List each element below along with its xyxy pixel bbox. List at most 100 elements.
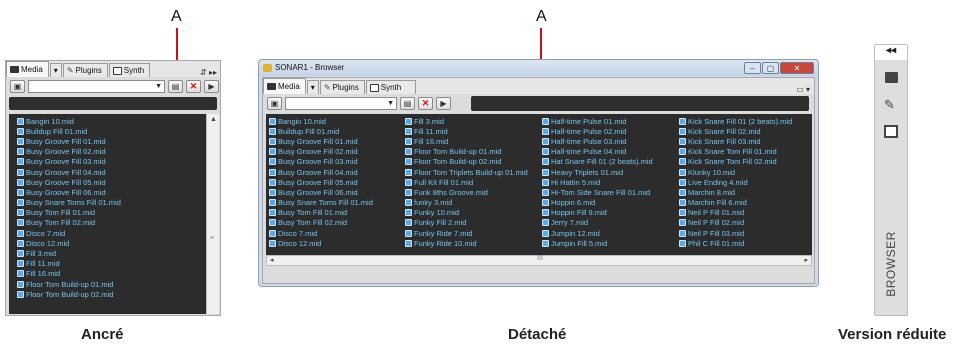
list-item[interactable]: Klunky 10.mid xyxy=(679,167,792,177)
list-item[interactable]: Busy Snare Toms Fill 01.mid xyxy=(269,198,373,208)
docked-scrollbar[interactable]: ▲ ≡ xyxy=(206,114,219,314)
list-item[interactable]: Kick Snare Tom Fill 01.mid xyxy=(679,147,792,157)
tab-media[interactable]: Media xyxy=(6,61,49,77)
list-item[interactable]: Busy Groove Fill 01.mid xyxy=(269,136,373,146)
list-item[interactable]: Half-time Pulse 01.mid xyxy=(542,116,653,126)
list-item[interactable]: Neil P Fill 02.mid xyxy=(679,218,792,228)
list-item[interactable]: Funky 10.mid xyxy=(405,208,528,218)
collapsed-browser-label[interactable]: BROWSER xyxy=(884,224,898,304)
window-titlebar[interactable]: SONAR1 - Browser – ▢ ✕ xyxy=(259,60,818,76)
list-item[interactable]: Busy Groove Fill 04.mid xyxy=(17,167,206,177)
list-item[interactable]: Jumpin 12.mid xyxy=(542,228,653,238)
horizontal-scrollbar[interactable]: ◂ III ▸ xyxy=(266,255,812,266)
panel-menu-icon[interactable]: ⇵ ▸▸ xyxy=(200,68,220,77)
list-item[interactable]: Half-time Pulse 02.mid xyxy=(542,126,653,136)
list-item[interactable]: Live Ending 4.mid xyxy=(679,177,792,187)
list-item[interactable]: Kick Snare Fill 03.mid xyxy=(679,136,792,146)
list-item[interactable]: Fill 11.mid xyxy=(17,259,206,269)
play-icon[interactable]: ▶ xyxy=(436,97,451,110)
synth-icon[interactable] xyxy=(884,125,898,138)
list-item[interactable]: Disco 7.mid xyxy=(17,228,206,238)
list-item[interactable]: Disco 12.mid xyxy=(17,238,206,248)
list-item[interactable]: funky 3.mid xyxy=(405,198,528,208)
panel-menu-icon[interactable]: ▭ ▾ xyxy=(796,85,814,94)
list-item[interactable]: Funky Fill 2.mid xyxy=(405,218,528,228)
list-item[interactable]: Busy Snare Toms Fill 01.mid xyxy=(17,198,206,208)
save-icon[interactable]: ▤ xyxy=(168,80,183,93)
list-item[interactable]: Busy Tom Fill 01.mid xyxy=(269,208,373,218)
list-item[interactable]: Full Kit Fill 01.mid xyxy=(405,177,528,187)
list-item[interactable]: Disco 7.mid xyxy=(269,228,373,238)
list-item[interactable]: Hat Snare Fill 01 (2 beats).mid xyxy=(542,157,653,167)
tab-plugins[interactable]: ✎ Plugins xyxy=(62,63,108,77)
list-item[interactable]: Floor Tom Build-up 01.mid xyxy=(405,147,528,157)
list-item[interactable]: Busy Tom Fill 01.mid xyxy=(17,208,206,218)
location-button[interactable]: ▣ xyxy=(10,80,25,93)
list-item[interactable]: Buildup Fill 01.mid xyxy=(269,126,373,136)
list-item[interactable]: Busy Groove Fill 02.mid xyxy=(269,147,373,157)
list-item[interactable]: Jerry 7.mid xyxy=(542,218,653,228)
tab-synth[interactable]: Synth xyxy=(108,63,151,77)
delete-icon[interactable]: ✕ xyxy=(418,97,433,110)
list-item[interactable]: Floor Tom Build-up 02.mid xyxy=(17,289,206,299)
list-item[interactable]: Fill 16.mid xyxy=(17,269,206,279)
list-item[interactable]: Marchin 8.mid xyxy=(679,187,792,197)
list-item[interactable]: Busy Groove Fill 06.mid xyxy=(17,187,206,197)
list-item[interactable]: Floor Tom Build-up 01.mid xyxy=(17,279,206,289)
minimize-button[interactable]: – xyxy=(744,62,761,74)
list-item[interactable]: Busy Groove Fill 02.mid xyxy=(17,147,206,157)
list-item[interactable]: Hoppin Fill 9.mid xyxy=(542,208,653,218)
tab-media-dropdown[interactable]: ▾ xyxy=(306,80,319,94)
list-item[interactable]: Bangin 10.mid xyxy=(17,116,206,126)
list-item[interactable]: Kick Snare Fill 01 (2 beats).mid xyxy=(679,116,792,126)
tab-media-dropdown[interactable]: ▾ xyxy=(49,63,62,77)
location-button[interactable]: ▣ xyxy=(267,97,282,110)
plugin-icon[interactable]: ✎ xyxy=(884,97,895,113)
list-item[interactable]: Floor Tom Triplets Build-up 01.mid xyxy=(405,167,528,177)
list-item[interactable]: Fill 16.mid xyxy=(405,136,528,146)
list-item[interactable]: Heavy Triplets 01.mid xyxy=(542,167,653,177)
path-bar[interactable] xyxy=(9,97,217,110)
list-item[interactable]: Busy Groove Fill 04.mid xyxy=(269,167,373,177)
list-item[interactable]: Funky Ride 7.mid xyxy=(405,228,528,238)
list-item[interactable]: Jumpin Fill 5.mid xyxy=(542,238,653,248)
list-item[interactable]: Busy Tom Fill 02.mid xyxy=(269,218,373,228)
list-item[interactable]: Disco 12.mid xyxy=(269,238,373,248)
list-item[interactable]: Fill 11.mid xyxy=(405,126,528,136)
list-item[interactable]: Hi Hattin 5.mid xyxy=(542,177,653,187)
list-item[interactable]: Fill 3.mid xyxy=(17,248,206,258)
expand-icon[interactable]: ◂◂ xyxy=(875,45,907,60)
list-item[interactable]: Neil P Fill 01.mid xyxy=(679,208,792,218)
list-item[interactable]: Half-time Pulse 04.mid xyxy=(542,147,653,157)
tab-media[interactable]: Media xyxy=(263,78,306,94)
list-item[interactable]: Half-time Pulse 03.mid xyxy=(542,136,653,146)
list-item[interactable]: Funk 8ths Groove.mid xyxy=(405,187,528,197)
list-item[interactable]: Phil C Fill 01.mid xyxy=(679,238,792,248)
folder-icon[interactable] xyxy=(885,72,898,83)
list-item[interactable]: Busy Groove Fill 05.mid xyxy=(269,177,373,187)
tab-synth[interactable]: Synth xyxy=(365,80,416,94)
list-item[interactable]: Kick Snare Tom Fill 02.mid xyxy=(679,157,792,167)
play-icon[interactable]: ▶ xyxy=(204,80,219,93)
list-item[interactable]: Busy Groove Fill 05.mid xyxy=(17,177,206,187)
list-item[interactable]: Bangin 10.mid xyxy=(269,116,373,126)
list-item[interactable]: Hoppin 6.mid xyxy=(542,198,653,208)
location-select[interactable]: ▼ xyxy=(285,97,397,110)
close-button[interactable]: ✕ xyxy=(780,62,814,74)
list-item[interactable]: Busy Groove Fill 03.mid xyxy=(269,157,373,167)
list-item[interactable]: Fill 3.mid xyxy=(405,116,528,126)
list-item[interactable]: Neil P Fill 03.mid xyxy=(679,228,792,238)
save-icon[interactable]: ▤ xyxy=(400,97,415,110)
list-item[interactable]: Busy Tom Fill 02.mid xyxy=(17,218,206,228)
maximize-button[interactable]: ▢ xyxy=(762,62,779,74)
list-item[interactable]: Busy Groove Fill 06.mid xyxy=(269,187,373,197)
list-item[interactable]: Busy Groove Fill 03.mid xyxy=(17,157,206,167)
list-item[interactable]: Marchin Fill 6.mid xyxy=(679,198,792,208)
tab-plugins[interactable]: ✎ Plugins xyxy=(319,80,365,94)
list-item[interactable]: Kick Snare Fill 02.mid xyxy=(679,126,792,136)
list-item[interactable]: Funky Ride 10.mid xyxy=(405,238,528,248)
list-item[interactable]: Floor Tom Build-up 02.mid xyxy=(405,157,528,167)
delete-icon[interactable]: ✕ xyxy=(186,80,201,93)
list-item[interactable]: Buildup Fill 01.mid xyxy=(17,126,206,136)
location-select[interactable]: ▼ xyxy=(28,80,165,93)
